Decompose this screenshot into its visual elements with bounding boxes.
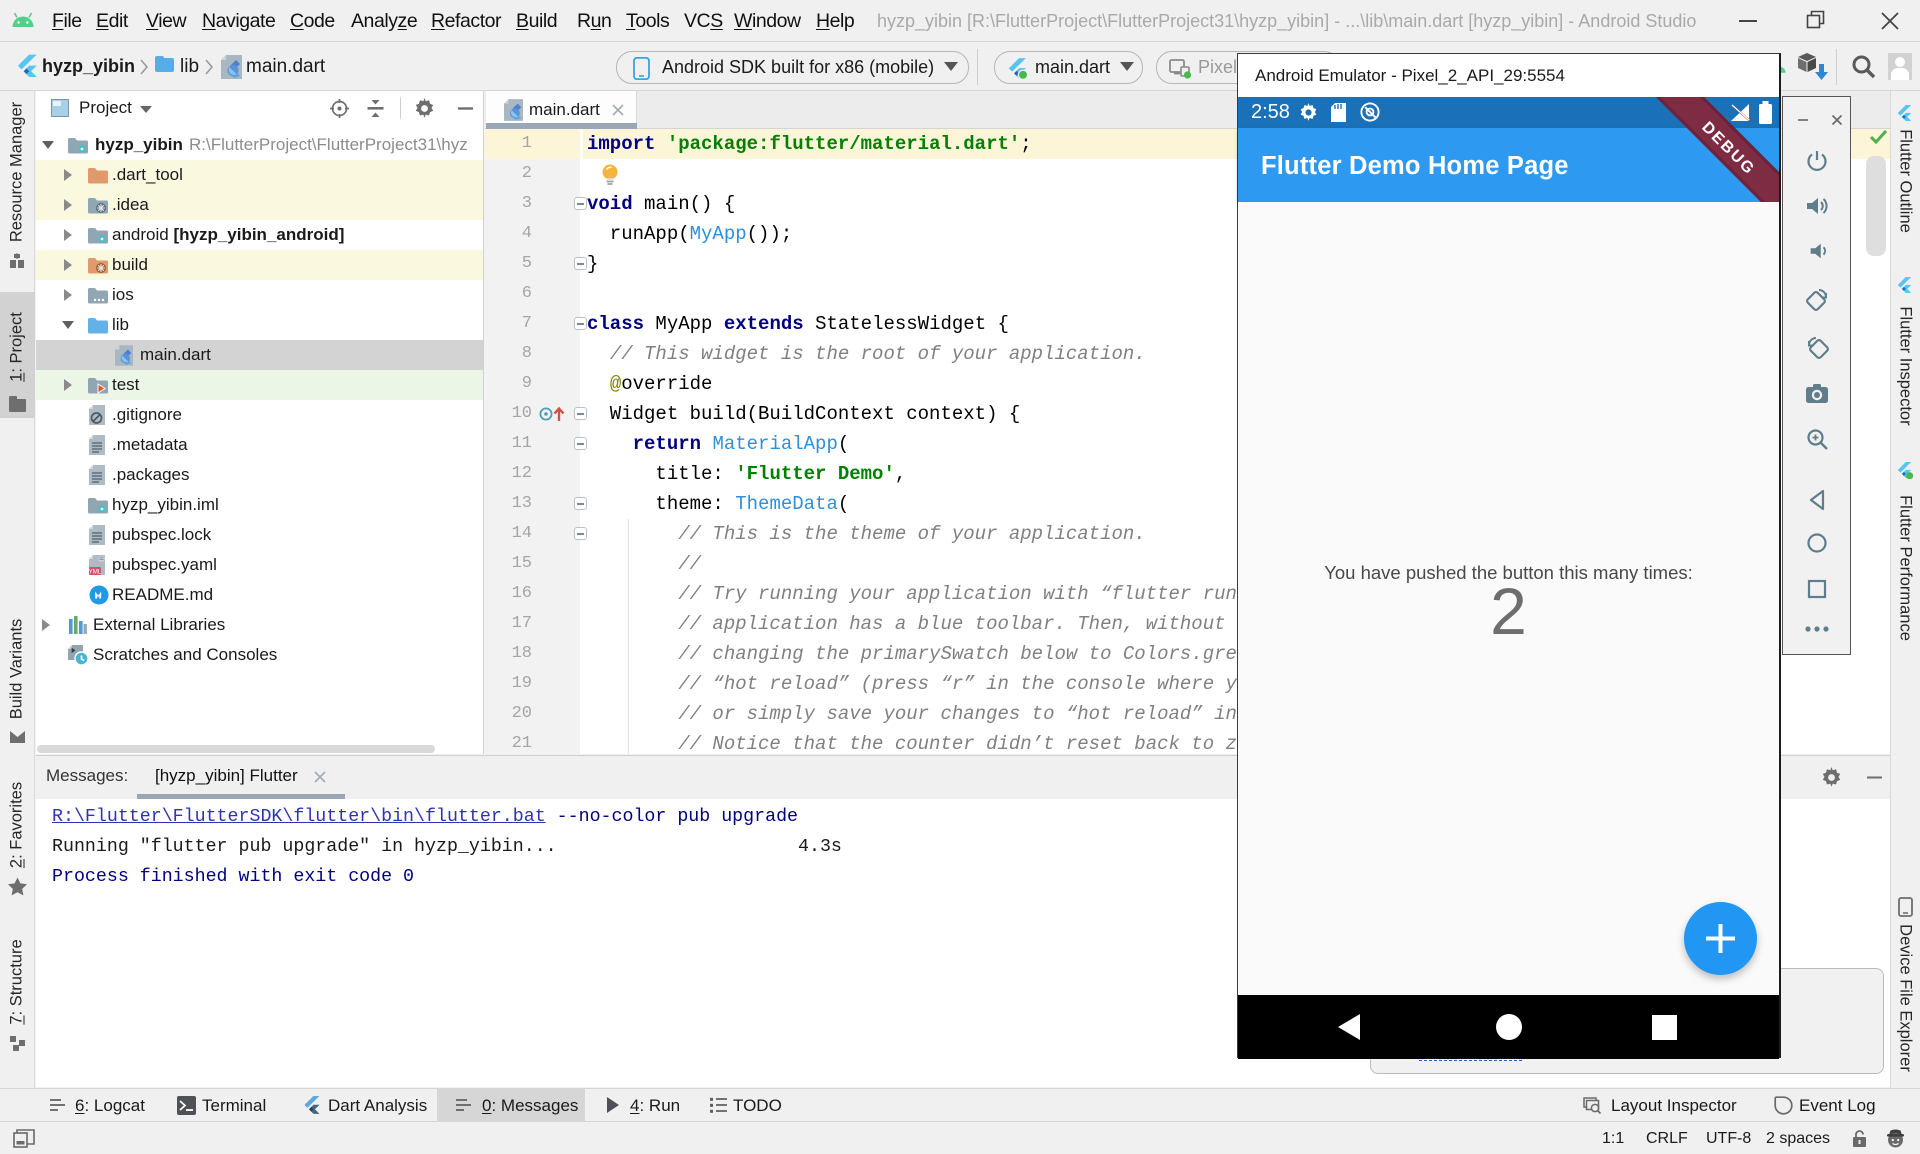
svg-text:YML: YML [89,568,102,575]
